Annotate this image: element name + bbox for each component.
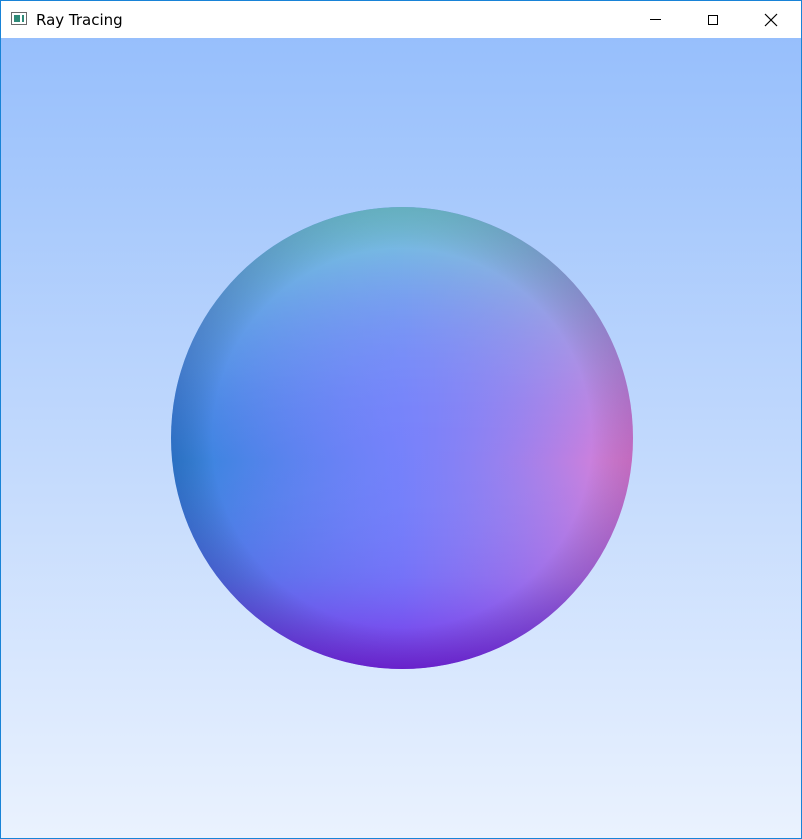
sphere xyxy=(171,207,633,669)
window-title: Ray Tracing xyxy=(36,11,123,29)
maximize-button[interactable] xyxy=(684,1,742,38)
app-icon-pane-right xyxy=(22,15,24,22)
render-canvas xyxy=(1,38,801,838)
close-icon xyxy=(764,13,778,26)
render-viewport xyxy=(1,38,801,838)
sphere-rim xyxy=(171,207,633,669)
close-button[interactable] xyxy=(742,1,800,38)
title-bar[interactable]: Ray Tracing xyxy=(1,1,801,38)
minimize-button[interactable] xyxy=(626,1,684,38)
app-window-icon[interactable] xyxy=(11,12,27,25)
app-window: Ray Tracing xyxy=(0,0,802,839)
maximize-icon xyxy=(708,14,718,25)
app-icon-pane-left xyxy=(14,15,20,22)
minimize-icon xyxy=(649,19,661,20)
